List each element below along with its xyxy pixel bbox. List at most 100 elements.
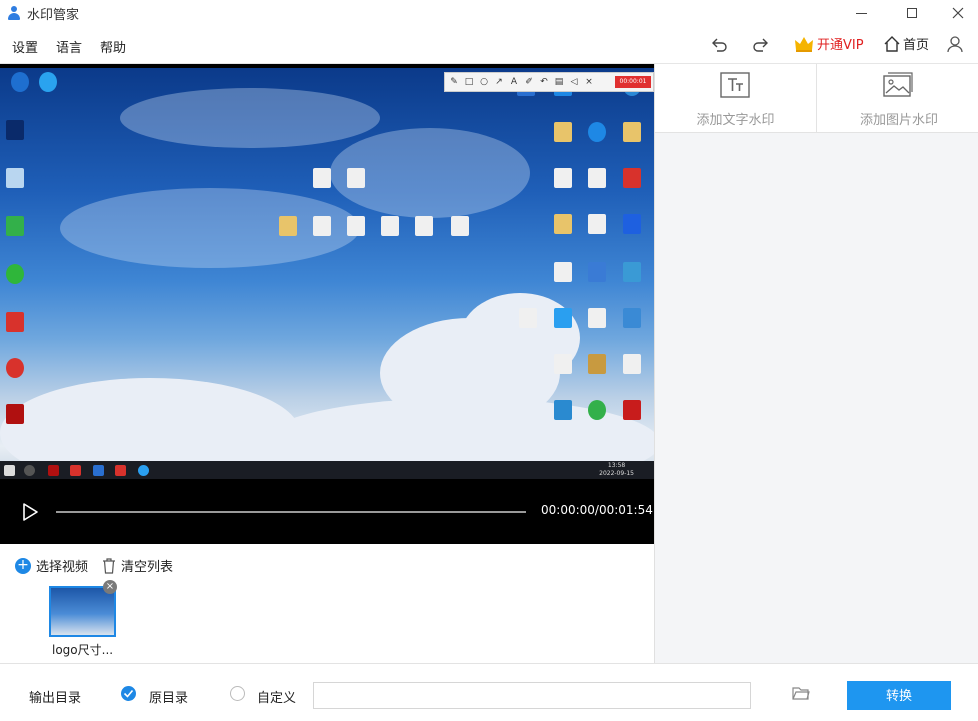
menu-language[interactable]: 语言 [56, 37, 82, 56]
desktop-icon [440, 216, 480, 236]
minimize-button[interactable] [838, 0, 884, 26]
desktop-icon [612, 168, 652, 188]
desktop-icon [612, 400, 652, 420]
windows-start-icon [4, 465, 15, 476]
desktop-time: 13:58 [607, 462, 626, 469]
progress-bar[interactable] [56, 511, 526, 513]
desktop-icon [0, 404, 35, 433]
video-frame: ✎ □ ○ ↗ A ✐ ↶ ▤ ◁ × 00:00:01 13:58 2022-… [0, 68, 654, 479]
custom-dir-label: 自定义 [257, 691, 297, 706]
original-dir-label: 原目录 [149, 691, 189, 706]
output-dir-label: 输出目录 [29, 691, 82, 706]
redo-icon [753, 38, 768, 52]
file-list-area: + 选择视频 清空列表 × logo尺寸... [0, 544, 654, 664]
desktop-icon [0, 216, 35, 245]
desktop-clock: 13:58 2022-09-15 [599, 462, 634, 478]
custom-dir-radio[interactable] [230, 686, 245, 701]
check-icon [123, 689, 134, 698]
desktop-icon [577, 168, 617, 188]
close-small-icon: × [585, 77, 593, 87]
maximize-icon [907, 8, 917, 18]
close-button[interactable] [935, 0, 978, 26]
marker-icon: ✐ [525, 77, 533, 87]
desktop-icon [612, 122, 652, 142]
folder-icon [792, 687, 810, 700]
play-icon [23, 503, 38, 521]
trash-icon [103, 557, 115, 574]
watermark-panel: 添加文字水印 添加图片水印 [654, 64, 978, 663]
add-text-watermark-label: 添加文字水印 [696, 113, 775, 128]
undo-button[interactable] [709, 35, 729, 55]
desktop-icon [0, 358, 35, 387]
add-image-watermark-button[interactable]: 添加图片水印 [818, 64, 978, 133]
desktop-icon [577, 400, 617, 420]
home-label: 首页 [903, 38, 930, 53]
watermark-tabs: 添加文字水印 添加图片水印 [655, 64, 978, 133]
select-video-label: 选择视频 [36, 560, 89, 575]
undo-icon [712, 38, 727, 52]
vip-button[interactable]: 开通VIP [794, 34, 864, 53]
desktop-taskbar: 13:58 2022-09-15 [0, 461, 654, 479]
text-icon: A [510, 77, 518, 87]
user-button[interactable] [946, 35, 964, 57]
clear-list-button[interactable]: 清空列表 [102, 556, 173, 575]
menu-settings[interactable]: 设置 [12, 37, 38, 56]
desktop-icon [577, 122, 617, 142]
output-path-input[interactable] [313, 682, 751, 709]
add-text-watermark-button[interactable]: 添加文字水印 [655, 64, 817, 133]
menu-help[interactable]: 帮助 [100, 37, 126, 56]
desktop-icon [0, 120, 35, 149]
desktop-date: 2022-09-15 [599, 470, 634, 477]
wisp-cloud [120, 88, 380, 148]
close-icon [952, 7, 964, 19]
play-button[interactable] [20, 502, 40, 522]
redo-button[interactable] [751, 35, 771, 55]
desktop-icon [612, 214, 652, 234]
trash-icon: ▤ [554, 77, 564, 87]
desktop-icon [0, 264, 35, 293]
search-icon [24, 465, 35, 476]
menu-bar: 设置 语言 帮助 开通VIP 首页 [0, 26, 978, 64]
desktop-icon [577, 214, 617, 234]
remove-file-button[interactable]: × [103, 580, 117, 594]
clear-list-label: 清空列表 [121, 560, 174, 575]
desktop-icon [0, 168, 35, 197]
desktop-icon [577, 262, 617, 282]
home-icon [884, 35, 900, 52]
undo-small-icon: ↶ [540, 77, 548, 87]
minimize-icon [855, 12, 867, 14]
original-dir-radio[interactable] [121, 686, 136, 701]
browse-folder-button[interactable] [792, 685, 810, 705]
taskbar-app-icon [138, 465, 149, 476]
taskbar-app-icon [48, 465, 59, 476]
convert-button[interactable]: 转换 [847, 681, 951, 710]
desktop-icon [577, 354, 617, 374]
time-display: 00:00:00/00:01:54 [541, 503, 653, 517]
desktop-icon [0, 312, 35, 341]
video-thumbnail[interactable] [49, 586, 116, 637]
image-watermark-icon [883, 72, 913, 97]
taskbar-app-icon [70, 465, 81, 476]
add-image-watermark-label: 添加图片水印 [859, 113, 938, 128]
pen-icon: ✎ [450, 77, 458, 87]
desktop-icon [612, 354, 652, 374]
desktop-icon [577, 308, 617, 328]
desktop-icon [612, 262, 652, 282]
output-bar: 输出目录 原目录 自定义 转换 [0, 663, 978, 721]
home-button[interactable]: 首页 [883, 34, 929, 53]
desktop-icon [612, 308, 652, 328]
app-logo-icon [7, 6, 21, 20]
desktop-icon [336, 168, 376, 188]
taskbar-app-icon [93, 465, 104, 476]
taskbar-app-icon [115, 465, 126, 476]
crown-icon [795, 36, 813, 52]
circle-icon: ○ [480, 77, 488, 87]
speaker-icon: ◁ [570, 77, 578, 87]
select-video-button[interactable]: + 选择视频 [15, 556, 88, 575]
maximize-button[interactable] [889, 0, 935, 26]
desktop-icon [28, 72, 68, 101]
desktop-icon [508, 308, 548, 328]
record-timer: 00:00:01 [615, 76, 651, 88]
capture-toolbar: ✎ □ ○ ↗ A ✐ ↶ ▤ ◁ × 00:00:01 [444, 72, 654, 92]
desktop-icon [404, 216, 444, 236]
